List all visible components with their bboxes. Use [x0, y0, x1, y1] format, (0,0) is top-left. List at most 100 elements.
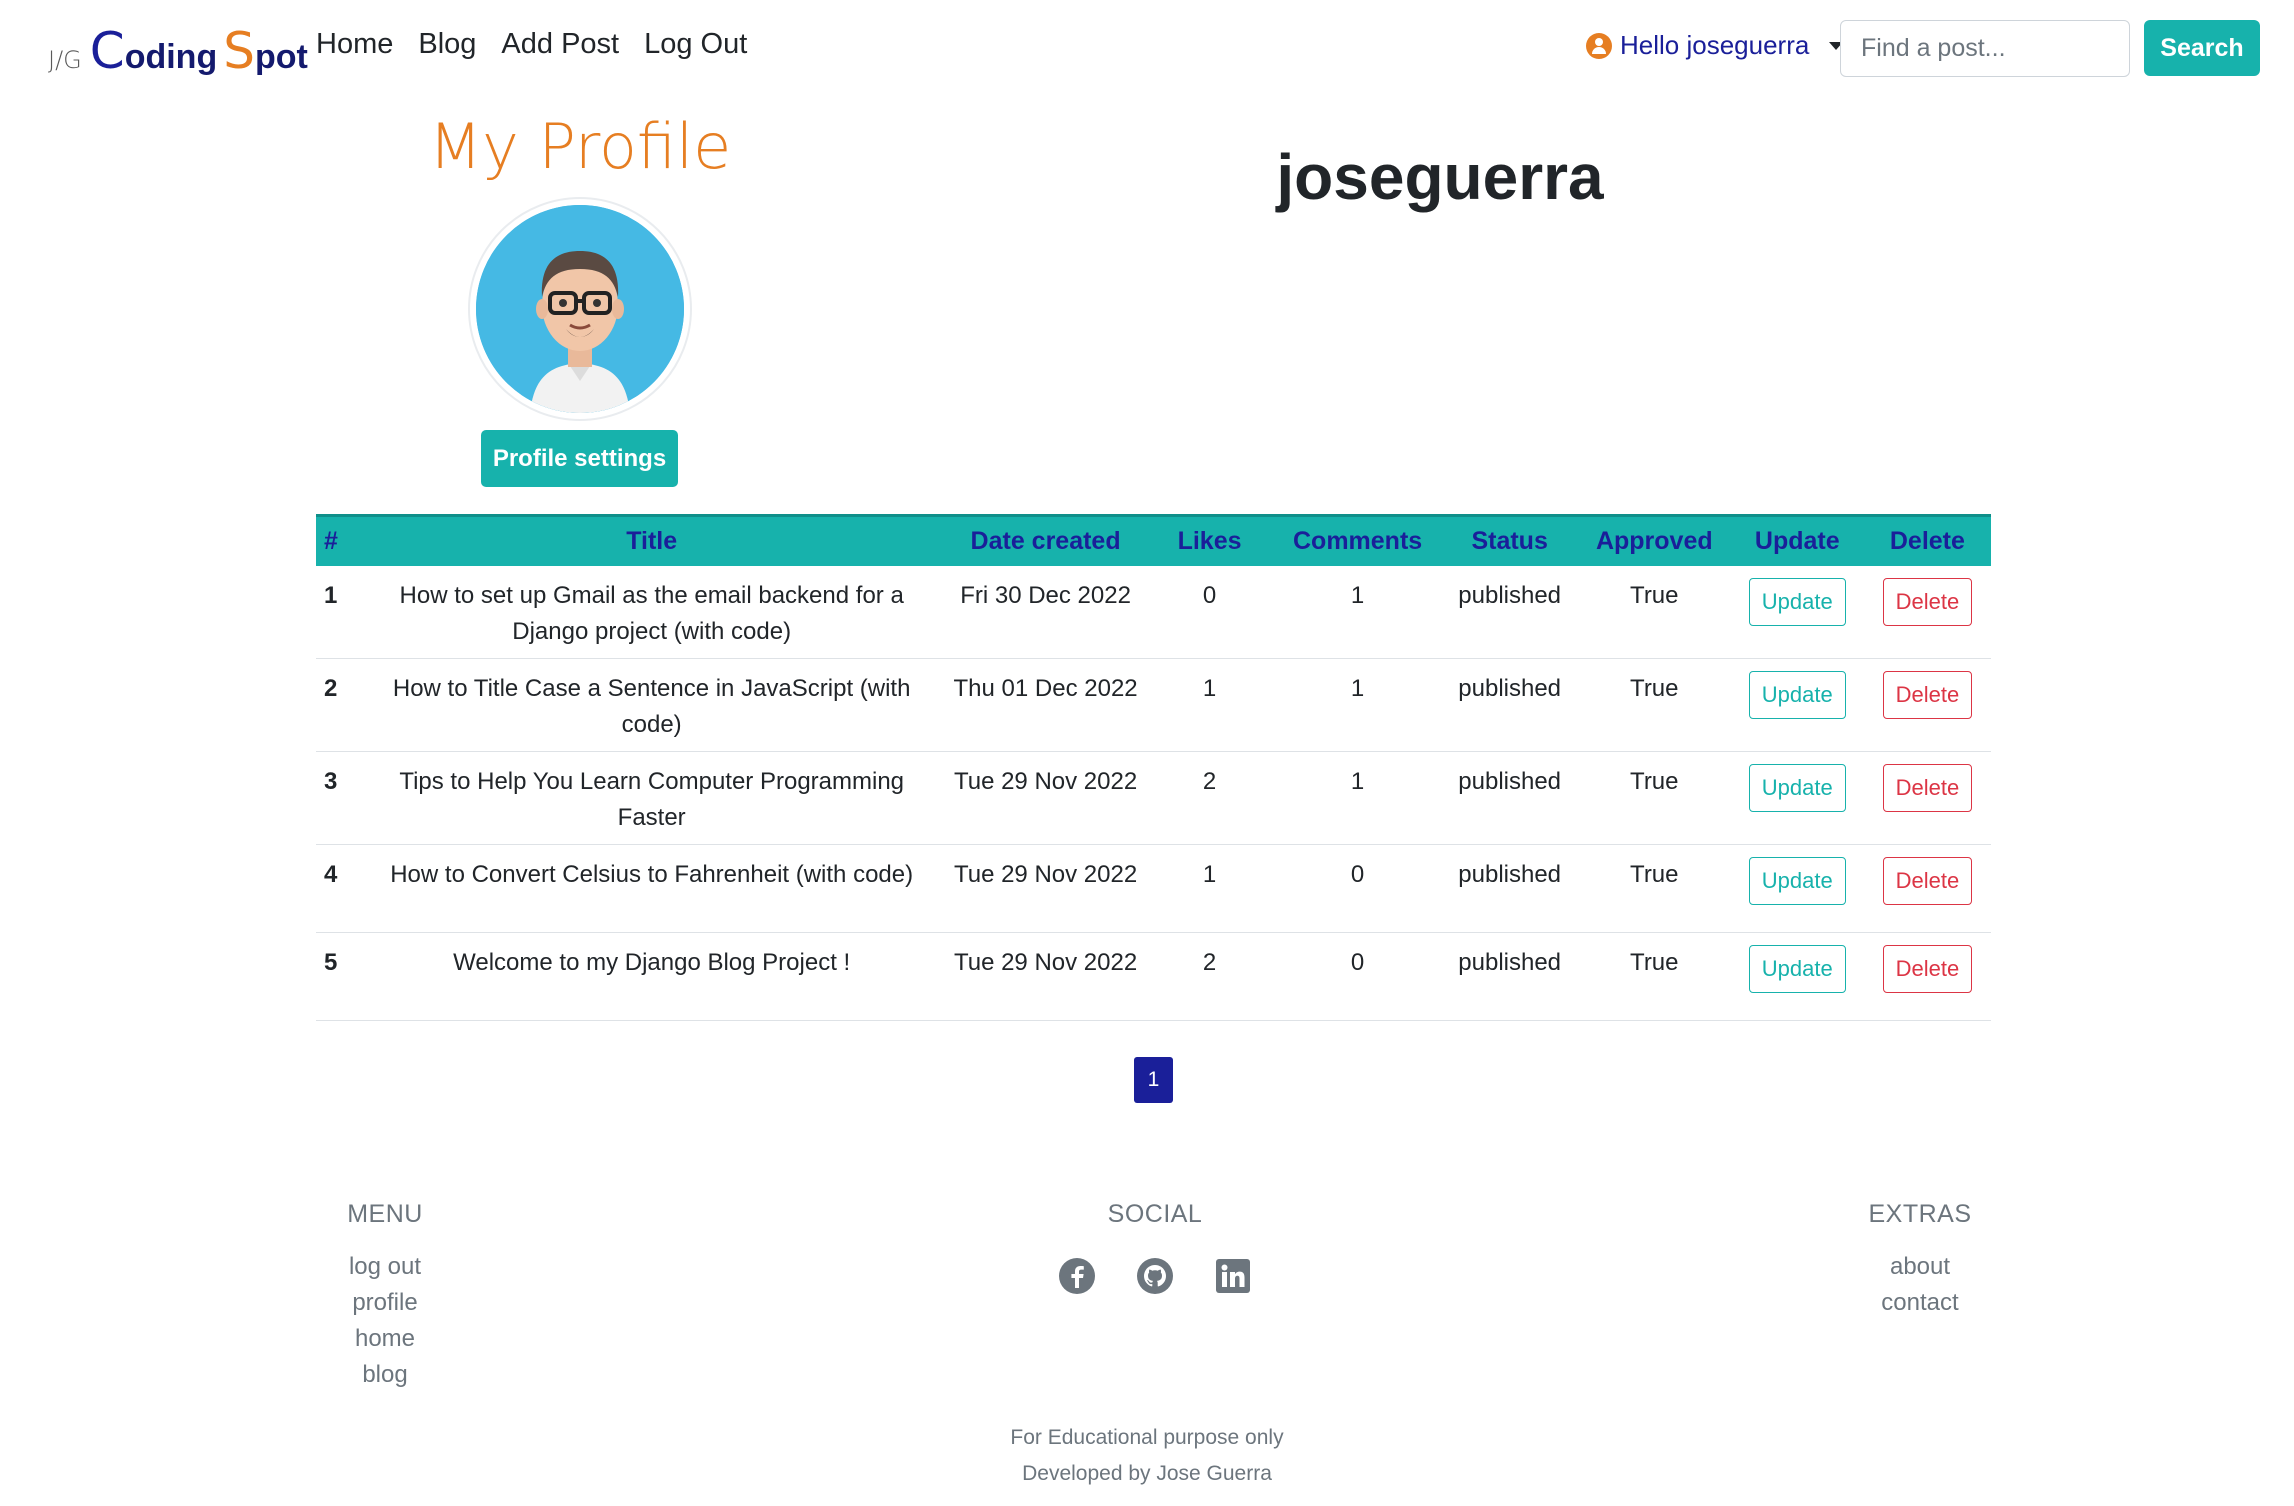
post-title: How to Convert Celsius to Fahrenheit (wi…	[357, 844, 946, 933]
footer-social-heading: SOCIAL	[1107, 1200, 1203, 1228]
footer-extras: EXTRAS about contact	[1850, 1200, 1990, 1321]
pagination-page-1[interactable]: 1	[1134, 1057, 1173, 1103]
social-icons	[1040, 1257, 1270, 1295]
post-comments: 0	[1273, 844, 1442, 933]
delete-button[interactable]: Delete	[1882, 763, 1973, 812]
nav-links: Home Blog Add Post Log Out	[316, 28, 747, 61]
footer-link-profile[interactable]: profile	[330, 1285, 440, 1321]
update-button[interactable]: Update	[1748, 856, 1846, 905]
delete-cell: Delete	[1863, 844, 1991, 933]
update-button[interactable]: Update	[1748, 944, 1846, 993]
post-comments: 1	[1273, 751, 1442, 845]
profile-heading: My Profile	[428, 110, 732, 183]
delete-button[interactable]: Delete	[1882, 670, 1973, 719]
post-title: Welcome to my Django Blog Project !	[357, 932, 946, 1021]
post-likes: 0	[1145, 565, 1274, 659]
table-header-row: # Title Date created Likes Comments Stat…	[316, 514, 1991, 566]
delete-cell: Delete	[1863, 658, 1991, 752]
avatar-illustration	[476, 205, 684, 413]
brand-word-coding: oding	[124, 38, 218, 76]
post-likes: 2	[1145, 932, 1274, 1021]
footer-social: SOCIAL	[1040, 1200, 1270, 1295]
post-approved: True	[1577, 844, 1731, 933]
linkedin-icon[interactable]	[1214, 1257, 1252, 1295]
col-header-update: Update	[1730, 514, 1864, 566]
col-header-likes: Likes	[1145, 514, 1274, 566]
update-button[interactable]: Update	[1748, 670, 1846, 719]
posts-table: # Title Date created Likes Comments Stat…	[316, 514, 1991, 1021]
table-row: 5 Welcome to my Django Blog Project ! Tu…	[316, 932, 1991, 1021]
user-circle-icon	[1586, 32, 1612, 59]
footer-link-home[interactable]: home	[330, 1321, 440, 1357]
brand-prefix: J/G	[48, 46, 82, 74]
search-button[interactable]: Search	[2144, 20, 2260, 76]
delete-button[interactable]: Delete	[1882, 577, 1973, 626]
footer-link-about[interactable]: about	[1850, 1249, 1990, 1285]
brand-letter-c: C	[89, 22, 125, 80]
col-header-number: #	[316, 514, 358, 566]
post-date: Thu 01 Dec 2022	[945, 658, 1146, 752]
nav-log-out-link[interactable]: Log Out	[644, 28, 747, 61]
footer-menu-heading: MENU	[347, 1200, 423, 1228]
post-approved: True	[1577, 932, 1731, 1021]
search-input[interactable]	[1840, 20, 2130, 77]
post-approved: True	[1577, 751, 1731, 845]
update-button[interactable]: Update	[1748, 763, 1846, 812]
nav-add-post-link[interactable]: Add Post	[501, 28, 619, 61]
facebook-icon[interactable]	[1058, 1257, 1096, 1295]
brand-word-spot: pot	[254, 38, 308, 76]
footer-menu: MENU log out profile home blog	[330, 1200, 440, 1393]
table-row: 2 How to Title Case a Sentence in JavaSc…	[316, 658, 1991, 752]
row-number: 2	[316, 658, 358, 752]
user-greeting: Hello joseguerra	[1620, 30, 1810, 60]
row-number: 4	[316, 844, 358, 933]
footer-note-developer: Developed by Jose Guerra	[1022, 1462, 1272, 1485]
post-status: published	[1441, 658, 1578, 752]
post-title: Tips to Help You Learn Computer Programm…	[357, 751, 946, 845]
table-row: 4 How to Convert Celsius to Fahrenheit (…	[316, 844, 1991, 933]
update-cell: Update	[1730, 751, 1864, 845]
post-approved: True	[1577, 565, 1731, 659]
post-likes: 1	[1145, 658, 1274, 752]
avatar	[468, 197, 692, 421]
profile-settings-button[interactable]: Profile settings	[481, 430, 678, 487]
delete-button[interactable]: Delete	[1882, 856, 1973, 905]
col-header-status: Status	[1441, 514, 1578, 566]
table-row: 3 Tips to Help You Learn Computer Progra…	[316, 751, 1991, 845]
col-header-delete: Delete	[1863, 514, 1991, 566]
footer-note: For Educational purpose only Developed b…	[847, 1420, 1447, 1492]
post-title: How to Title Case a Sentence in JavaScri…	[357, 658, 946, 752]
post-approved: True	[1577, 658, 1731, 752]
col-header-comments: Comments	[1273, 514, 1442, 566]
post-date: Tue 29 Nov 2022	[945, 844, 1146, 933]
row-number: 1	[316, 565, 358, 659]
navbar: J/G C oding S pot Home Blog Add Post Log…	[0, 0, 2294, 98]
github-icon[interactable]	[1136, 1257, 1174, 1295]
update-cell: Update	[1730, 844, 1864, 933]
post-status: published	[1441, 565, 1578, 659]
username-heading: joseguerra	[1276, 141, 1604, 213]
brand-logo[interactable]: J/G C oding S pot	[48, 22, 308, 80]
update-cell: Update	[1730, 658, 1864, 752]
post-title: How to set up Gmail as the email backend…	[357, 565, 946, 659]
update-cell: Update	[1730, 565, 1864, 659]
delete-cell: Delete	[1863, 751, 1991, 845]
update-cell: Update	[1730, 932, 1864, 1021]
footer-note-educational: For Educational purpose only	[1010, 1426, 1284, 1449]
footer-link-contact[interactable]: contact	[1850, 1285, 1990, 1321]
update-button[interactable]: Update	[1748, 577, 1846, 626]
footer-link-blog[interactable]: blog	[330, 1357, 440, 1393]
footer-link-log-out[interactable]: log out	[330, 1249, 440, 1285]
user-dropdown[interactable]: Hello joseguerra	[1586, 30, 1844, 61]
delete-button[interactable]: Delete	[1882, 944, 1973, 993]
nav-home-link[interactable]: Home	[316, 28, 393, 61]
nav-blog-link[interactable]: Blog	[418, 28, 476, 61]
delete-cell: Delete	[1863, 565, 1991, 659]
footer-extras-heading: EXTRAS	[1868, 1200, 1972, 1228]
post-date: Tue 29 Nov 2022	[945, 751, 1146, 845]
post-status: published	[1441, 932, 1578, 1021]
post-likes: 1	[1145, 844, 1274, 933]
avatar-image	[476, 205, 684, 413]
row-number: 5	[316, 932, 358, 1021]
col-header-date: Date created	[945, 514, 1146, 566]
